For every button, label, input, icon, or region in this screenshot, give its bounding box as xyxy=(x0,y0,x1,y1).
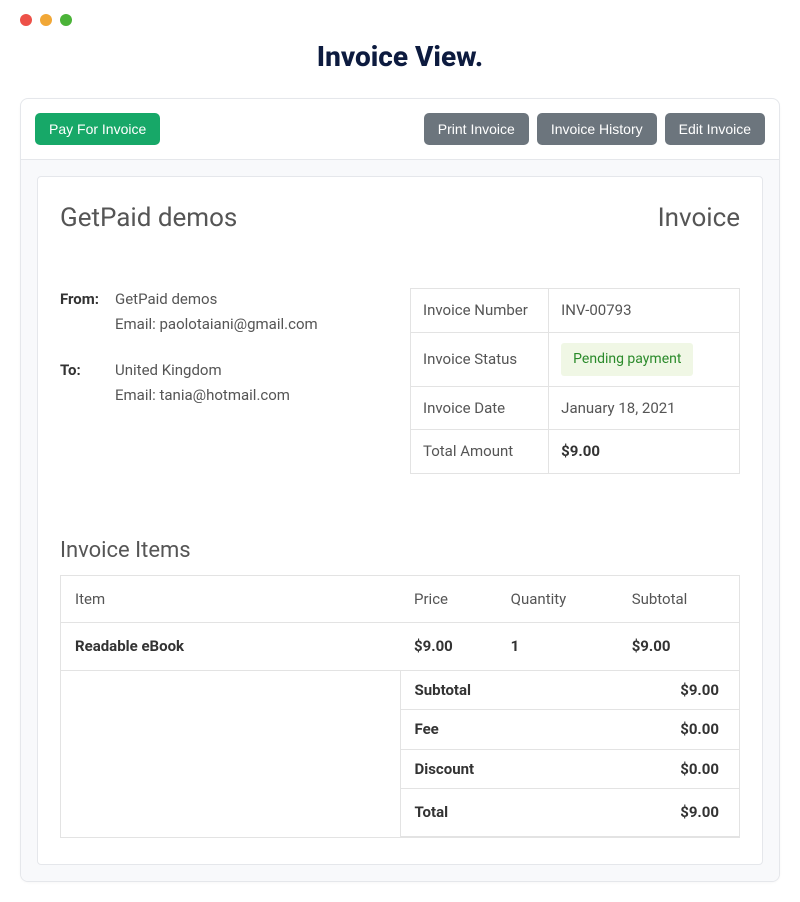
brand-name: GetPaid demos xyxy=(60,199,237,238)
items-title: Invoice Items xyxy=(60,534,740,567)
summary-discount-label: Discount xyxy=(401,749,591,789)
summary-fee-label: Fee xyxy=(401,710,591,750)
minimize-icon[interactable] xyxy=(40,14,52,26)
invoice-card: Pay For Invoice Print Invoice Invoice Hi… xyxy=(20,98,780,882)
meta-total-label: Total Amount xyxy=(411,430,549,474)
summary-fee-value: $0.00 xyxy=(591,710,739,750)
summary-total-value: $9.00 xyxy=(591,789,739,837)
invoice-items-table: Item Price Quantity Subtotal Readable eB… xyxy=(60,575,740,838)
to-email: Email: tania@hotmail.com xyxy=(115,384,290,407)
pay-for-invoice-button[interactable]: Pay For Invoice xyxy=(35,113,160,145)
summary-table: Subtotal $9.00 Fee $0.00 Discount xyxy=(401,671,740,837)
summary-total-label: Total xyxy=(401,789,591,837)
status-badge: Pending payment xyxy=(561,343,693,376)
summary-subtotal-label: Subtotal xyxy=(401,671,591,710)
to-name: United Kingdom xyxy=(115,359,290,382)
meta-date-value: January 18, 2021 xyxy=(549,386,740,430)
meta-date-label: Invoice Date xyxy=(411,386,549,430)
page-title: Invoice View. xyxy=(20,36,780,78)
col-qty: Quantity xyxy=(497,575,618,623)
invoice-history-button[interactable]: Invoice History xyxy=(537,113,657,145)
summary-discount-value: $0.00 xyxy=(591,749,739,789)
invoice-sheet: GetPaid demos Invoice From: GetPaid demo… xyxy=(37,176,763,865)
meta-number-value: INV-00793 xyxy=(549,289,740,333)
summary-subtotal-value: $9.00 xyxy=(591,671,739,710)
item-qty: 1 xyxy=(497,623,618,671)
document-type-label: Invoice xyxy=(658,199,740,238)
col-subtotal: Subtotal xyxy=(618,575,740,623)
close-icon[interactable] xyxy=(20,14,32,26)
from-email: Email: paolotaiani@gmail.com xyxy=(115,313,318,336)
invoice-meta-table: Invoice Number INV-00793 Invoice Status … xyxy=(410,288,740,474)
meta-total-value: $9.00 xyxy=(549,430,740,474)
zoom-icon[interactable] xyxy=(60,14,72,26)
window-traffic-lights xyxy=(20,14,780,26)
meta-status-label: Invoice Status xyxy=(411,332,549,386)
meta-number-label: Invoice Number xyxy=(411,289,549,333)
address-block: From: GetPaid demos Email: paolotaiani@g… xyxy=(60,288,380,474)
toolbar: Pay For Invoice Print Invoice Invoice Hi… xyxy=(21,99,779,160)
item-subtotal: $9.00 xyxy=(618,623,740,671)
edit-invoice-button[interactable]: Edit Invoice xyxy=(665,113,765,145)
from-label: From: xyxy=(60,288,115,337)
col-item: Item xyxy=(61,575,401,623)
to-label: To: xyxy=(60,359,115,408)
item-price: $9.00 xyxy=(400,623,497,671)
col-price: Price xyxy=(400,575,497,623)
from-name: GetPaid demos xyxy=(115,288,318,311)
item-row: Readable eBook $9.00 1 $9.00 xyxy=(61,623,740,671)
print-invoice-button[interactable]: Print Invoice xyxy=(424,113,529,145)
item-name: Readable eBook xyxy=(61,623,401,671)
